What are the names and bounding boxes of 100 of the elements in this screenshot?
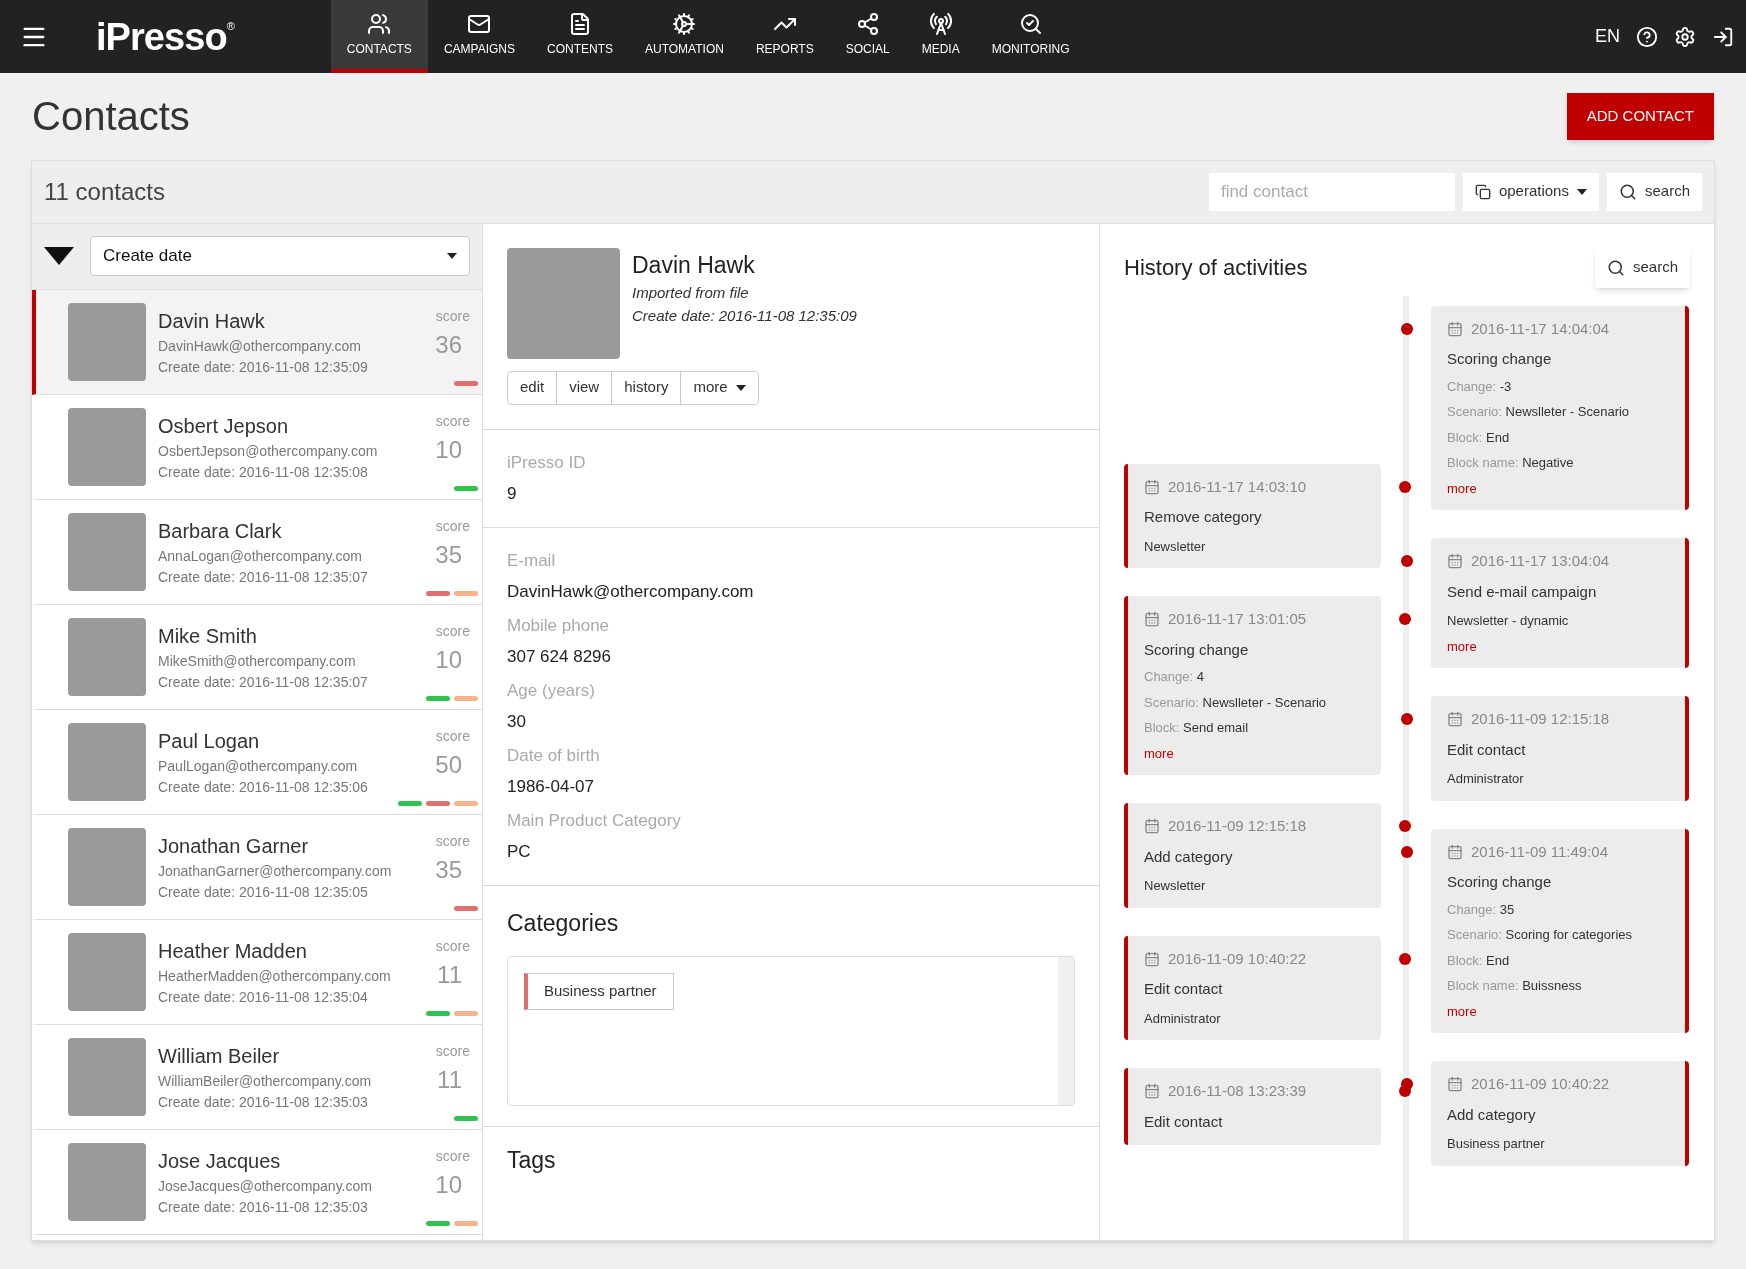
activity-title: Edit contact (1144, 979, 1224, 999)
people-icon (367, 11, 392, 36)
activity-date: 2016-11-17 13:04:04 (1471, 551, 1610, 571)
sort-direction-icon[interactable] (44, 247, 74, 265)
more-link[interactable]: more (1447, 478, 1669, 498)
field-value: 307 624 8296 (507, 646, 612, 668)
sort-dropdown[interactable]: Create date (90, 236, 470, 276)
nav-tab[interactable]: MONITORING (975, 0, 1086, 73)
logout-icon[interactable] (1712, 25, 1734, 48)
contact-create-date: Create date: 2016-11-08 12:35:03 (158, 1197, 369, 1217)
nav-tab[interactable]: MEDIA (905, 0, 976, 73)
more-link[interactable]: more (1447, 1001, 1669, 1021)
field-value: 1986-04-07 (507, 776, 595, 798)
contact-email: JonathanGarner@othercompany.com (158, 861, 392, 881)
gear-icon (672, 11, 697, 36)
help-icon[interactable] (1636, 25, 1658, 48)
logo: iPresso® (96, 17, 235, 56)
contact-create-date: Create date: 2016-11-08 12:35:09 (158, 357, 368, 377)
more-link[interactable]: more (1447, 636, 1669, 656)
contact-row[interactable]: Barbara Clark AnnaLogan@othercompany.com Create date: 2016-11-08 12:35:07 score 35 (32, 499, 482, 605)
calendar-icon (1144, 950, 1160, 967)
field-label: Date of birth (507, 744, 601, 767)
category-tag: Business partner (524, 973, 674, 1010)
more-link[interactable]: more (1144, 743, 1365, 763)
score-label: score (435, 831, 470, 851)
contact-create-date: Create date: 2016-11-08 12:35:05 (158, 882, 369, 902)
activity-date: 2016-11-09 12:15:18 (1471, 709, 1610, 729)
contact-email: PaulLogan@othercompany.com (158, 756, 359, 776)
activity-date: 2016-11-09 10:40:22 (1168, 948, 1307, 969)
contact-row[interactable]: Jose Jacques JoseJacques@othercompany.com Create date: 2016-11-08 12:35:03 score 10 (32, 1129, 482, 1235)
categories-heading: Categories (507, 908, 620, 938)
calendar-icon (1447, 320, 1463, 337)
scrollbar[interactable] (1058, 957, 1074, 1105)
history-search-button[interactable]: search (1594, 247, 1690, 288)
activity-detail: Block name: Buissness (1447, 977, 1583, 995)
contact-row[interactable]: Jonathan Garner JonathanGarner@othercompany.com Create date: 2016-11-08 12:35:05 score 35 (32, 814, 482, 920)
contact-create-date: Create date: 2016-11-08 12:35:06 (158, 777, 368, 797)
contact-row[interactable]: Davin Hawk DavinHawk@othercompany.com Create date: 2016-11-08 12:35:09 score 36 (32, 289, 482, 395)
score-value: 10 (435, 1169, 463, 1200)
calendar-icon (1144, 818, 1160, 835)
search-button[interactable]: search (1606, 172, 1702, 211)
activity-title: Scoring change (1447, 349, 1553, 369)
action-button[interactable]: more (680, 371, 758, 404)
activity-detail: Change: 4 (1144, 668, 1205, 686)
settings-icon[interactable] (1674, 25, 1696, 48)
nav-tab[interactable]: CAMPAIGNS (427, 0, 531, 73)
contact-create-date: Create date: 2016-11-08 12:35:07 (158, 672, 368, 692)
contact-row[interactable]: Mike Smith MikeSmith@othercompany.com Create date: 2016-11-08 12:35:07 score 10 (32, 604, 482, 710)
action-button[interactable]: edit (508, 371, 557, 404)
calendar-icon (1447, 843, 1463, 860)
contact-name: Mike Smith (158, 623, 258, 649)
language-selector[interactable]: EN (1595, 23, 1620, 50)
nav-tab[interactable]: REPORTS (739, 0, 830, 73)
detail-source: Imported from file (632, 283, 750, 303)
contact-name: Paul Logan (158, 728, 261, 754)
caret-icon (447, 253, 457, 259)
nav-tab[interactable]: SOCIAL (829, 0, 906, 73)
score-label: score (435, 936, 470, 956)
add-contact-button[interactable]: ADD CONTACT (1566, 93, 1714, 140)
calendar-icon (1144, 611, 1160, 628)
calendar-icon (1144, 478, 1160, 495)
score-label: score (435, 1146, 470, 1166)
activity-detail: Block: Send email (1144, 719, 1250, 737)
activity-detail: Block name: Negative (1447, 454, 1575, 472)
activity-title: Remove category (1144, 507, 1263, 527)
score-label: score (435, 621, 470, 641)
activity-note: Newsletter (1144, 877, 1207, 895)
action-button[interactable]: view (556, 371, 612, 404)
contact-row[interactable]: Heather Madden HeatherMadden@othercompany.com Create date: 2016-11-08 12:35:04 score 11 (32, 919, 482, 1025)
activity-title: Send e-mail campaign (1447, 581, 1598, 602)
contact-row[interactable]: William Beiler WilliamBeiler@othercompany.com Create date: 2016-11-08 12:35:03 score 11 (32, 1024, 482, 1130)
nav-tab[interactable]: CONTACTS (330, 0, 428, 73)
operations-dropdown[interactable]: operations (1462, 172, 1599, 211)
contact-email: MikeSmith@othercompany.com (158, 651, 357, 671)
activity-note: Business partner (1447, 1135, 1546, 1153)
activity-date: 2016-11-09 12:15:18 (1168, 816, 1307, 836)
contacts-count: 11 contacts (44, 176, 165, 207)
activity-note: Newsletter (1144, 537, 1207, 556)
action-button[interactable]: history (611, 371, 681, 404)
field-value: 30 (507, 711, 527, 733)
contact-name: Osbert Jepson (158, 413, 290, 439)
contact-name: Davin Hawk (158, 308, 266, 334)
activity-title: Scoring change (1144, 639, 1250, 660)
detail-create-date: Create date: 2016-11-08 12:35:09 (632, 305, 857, 326)
activity-detail: Block: End (1447, 951, 1511, 970)
score-value: 11 (437, 1064, 463, 1095)
find-contact-field[interactable]: find contact (1208, 172, 1455, 211)
nav-tab[interactable]: CONTENTS (531, 0, 629, 73)
contact-row[interactable]: Osbert Jepson OsbertJepson@othercompany.com Create date: 2016-11-08 12:35:08 score 10 (32, 394, 482, 500)
detail-name: Davin Hawk (632, 250, 756, 280)
nav-tab[interactable]: AUTOMATION (629, 0, 740, 73)
activity-detail: Scenario: Newslleter - Scenario (1447, 403, 1631, 421)
activity-title: Edit contact (1144, 1111, 1224, 1132)
search-icon (1618, 182, 1637, 201)
magnifier-icon (1018, 11, 1043, 36)
contact-row[interactable]: Paul Logan PaulLogan@othercompany.com Create date: 2016-11-08 12:35:06 score 50 (32, 709, 482, 815)
page-title: Contacts (32, 96, 190, 137)
activity-date: 2016-11-17 13:01:05 (1168, 609, 1307, 629)
activity-title: Add category (1144, 846, 1234, 867)
activity-date: 2016-11-17 14:03:10 (1168, 476, 1307, 497)
